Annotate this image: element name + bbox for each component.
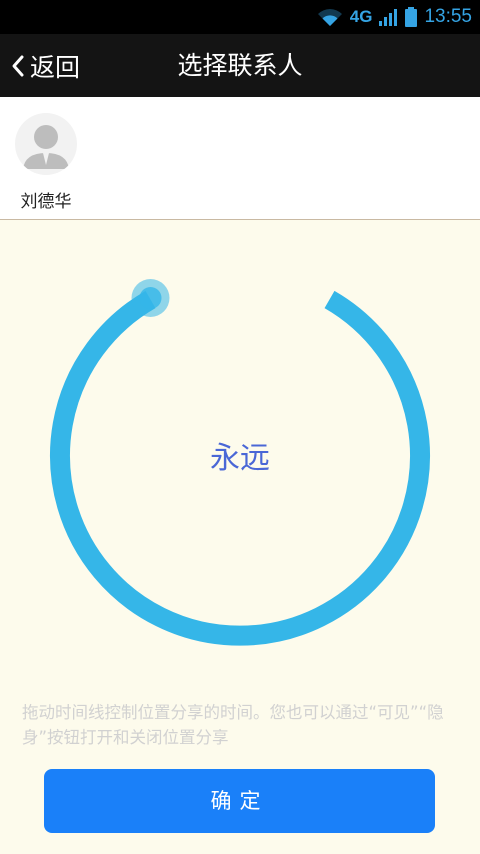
avatar <box>15 113 77 175</box>
nav-bar: 选择联系人 返回 <box>0 34 480 97</box>
network-type: 4G <box>349 7 373 26</box>
battery-icon <box>405 7 418 27</box>
contact-item[interactable]: 刘德华 <box>10 113 82 212</box>
status-indicators: 4G 13:55 <box>316 0 472 34</box>
selected-contacts-panel: 刘德华 <box>0 97 480 220</box>
dial-value: 永远 <box>210 441 270 476</box>
confirm-button[interactable]: 确定 <box>44 769 435 833</box>
duration-dial[interactable]: 永远 <box>0 220 480 690</box>
signal-icon <box>379 9 398 26</box>
avatar-icon <box>23 125 69 169</box>
status-bar: 4G 13:55 <box>0 0 480 34</box>
status-time: 13:55 <box>424 6 472 27</box>
hint-text: 拖动时间线控制位置分享的时间。您也可以通过“可见”“隐身”按钮打开和关闭位置分享 <box>22 703 444 747</box>
wifi-icon <box>317 9 342 26</box>
back-button[interactable]: 返回 <box>10 34 80 97</box>
contact-name: 刘德华 <box>20 192 72 212</box>
chevron-left-icon <box>12 55 24 76</box>
back-label: 返回 <box>30 52 81 82</box>
